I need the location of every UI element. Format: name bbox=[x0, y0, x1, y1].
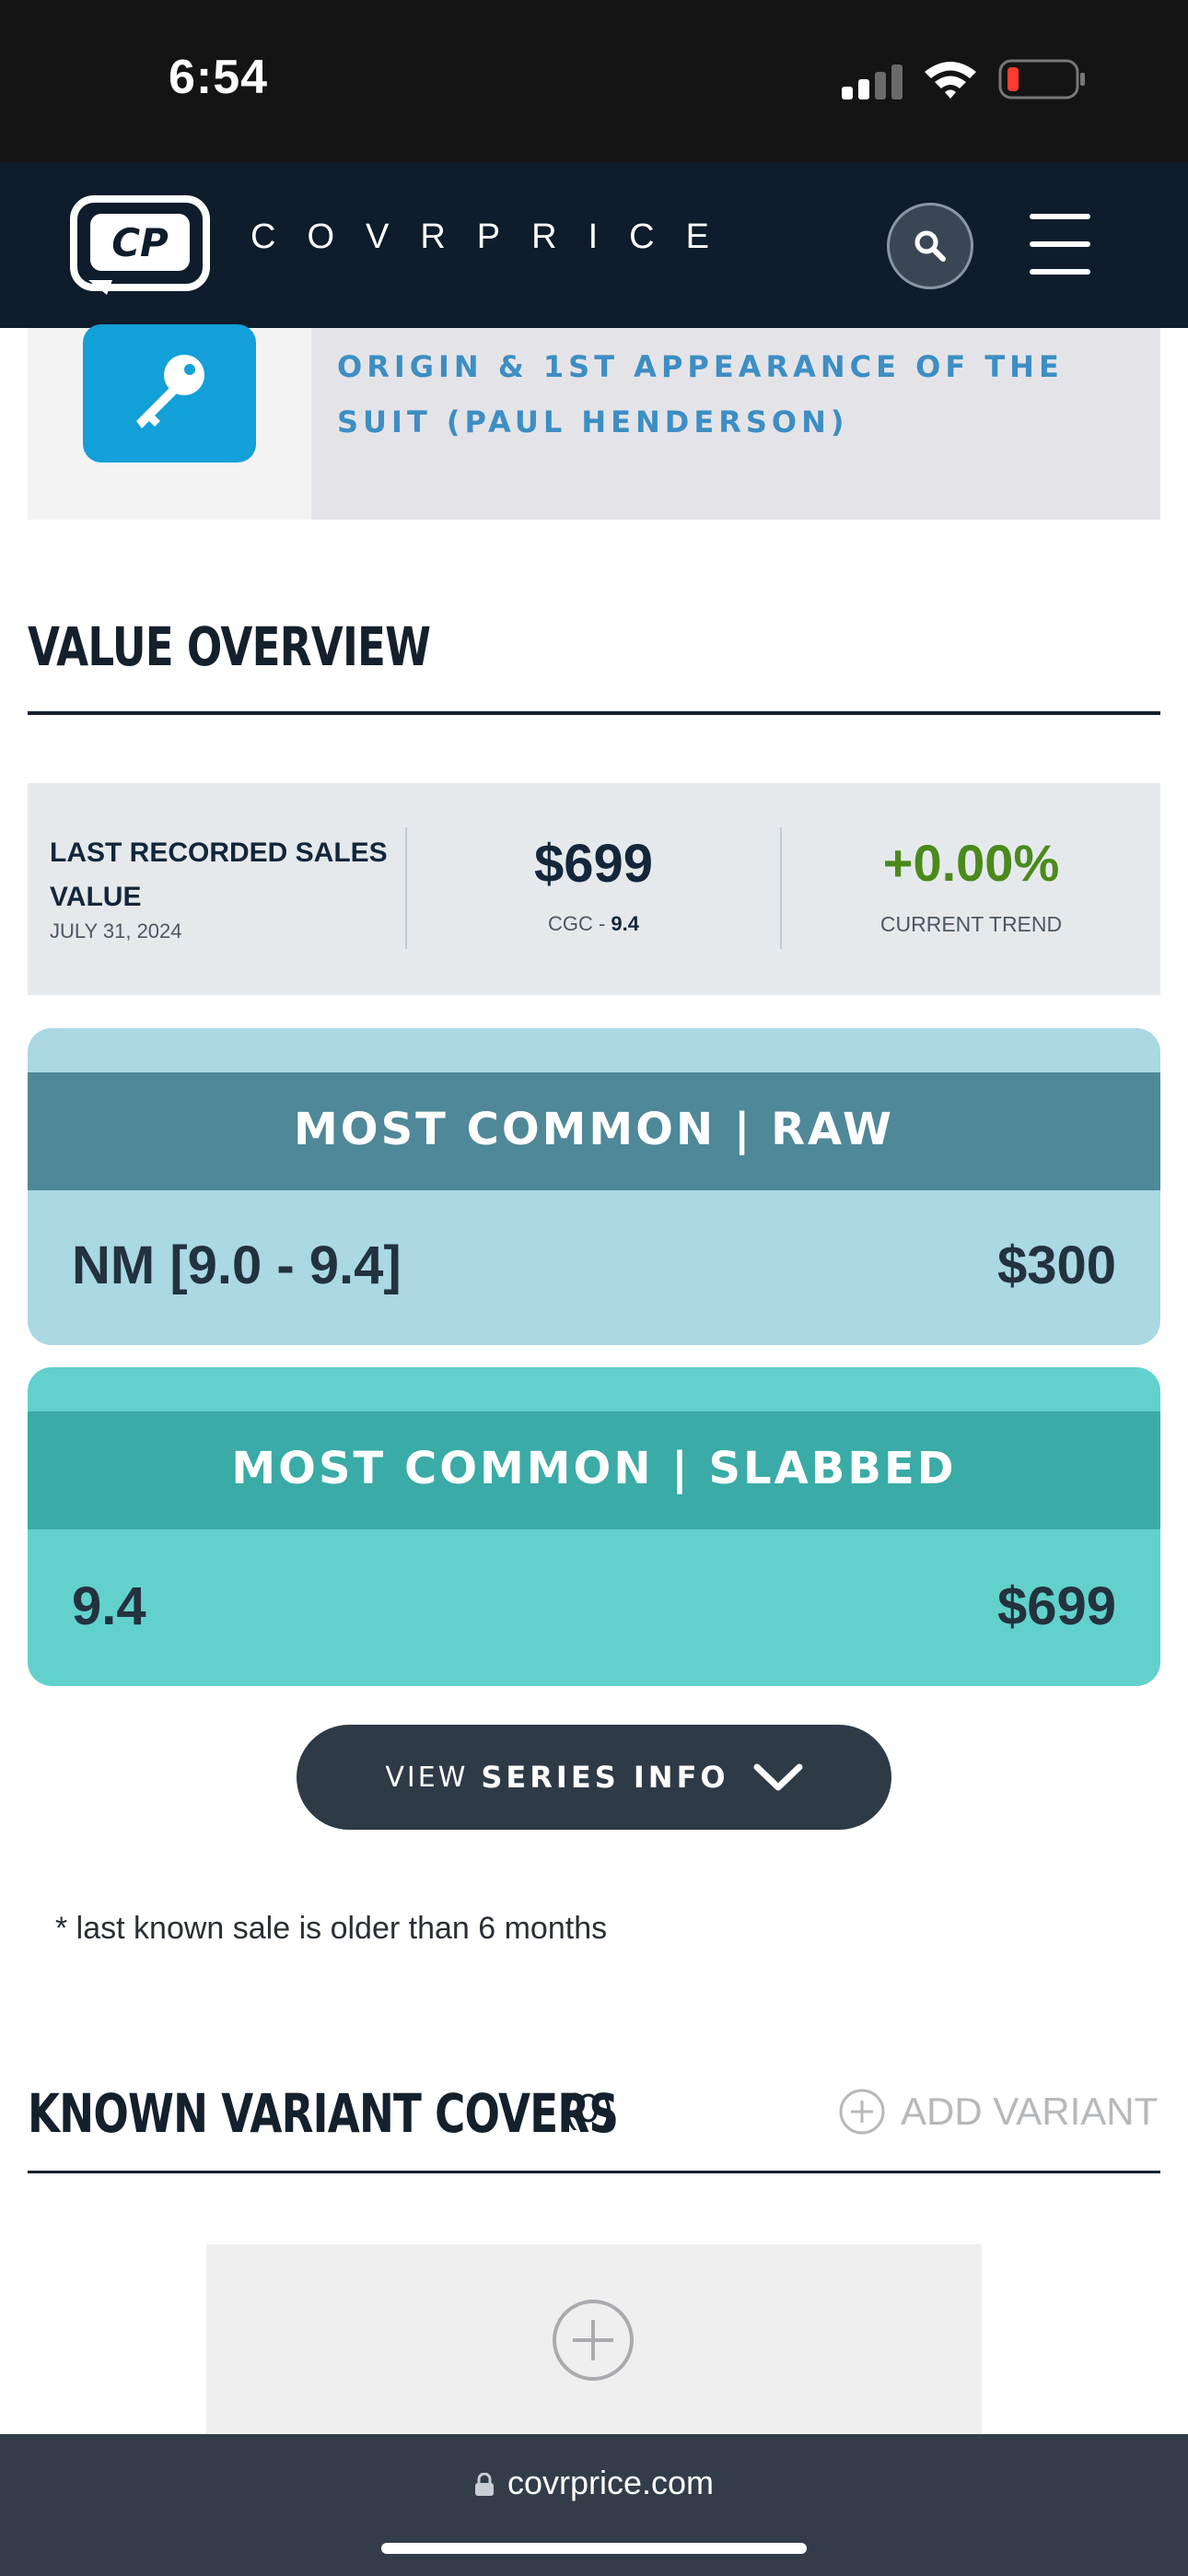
chevron-down-icon bbox=[753, 1763, 803, 1791]
lock-icon bbox=[474, 2473, 494, 2497]
value-overview-title: VALUE OVERVIEW bbox=[28, 615, 431, 678]
key-icon bbox=[136, 355, 204, 428]
battery-icon bbox=[998, 59, 1085, 100]
plus-circle-icon bbox=[839, 2089, 885, 2135]
logo-text[interactable]: COVRPRICE bbox=[250, 217, 740, 257]
series-button-label: SERIES INFO bbox=[481, 1760, 729, 1795]
trend-value: +0.00% bbox=[882, 834, 1060, 892]
known-variant-covers-title: KNOWN VARIANT COVERS bbox=[28, 2082, 619, 2145]
most-common-raw-grade: NM [9.0 - 9.4] bbox=[72, 1235, 402, 1295]
wifi-icon bbox=[925, 62, 976, 99]
grade-prefix: CGC - bbox=[547, 912, 611, 935]
sale-age-footnote: * last known sale is older than 6 months bbox=[55, 1911, 608, 1946]
logo-mark-icon[interactable]: CP bbox=[70, 195, 210, 297]
plus-circle-icon[interactable] bbox=[551, 2298, 635, 2383]
series-button-view: VIEW bbox=[385, 1761, 469, 1794]
hamburger-menu-icon[interactable] bbox=[1028, 212, 1092, 278]
last-sale-label: LAST RECORDED SALES VALUE bbox=[50, 837, 388, 912]
add-variant-label: ADD VARIANT bbox=[901, 2090, 1159, 2133]
key-issue-text: ORIGIN & 1ST APPEARANCE OF THE SUIT (PAU… bbox=[337, 349, 1064, 439]
url-text: covrprice.com bbox=[507, 2464, 715, 2501]
trend-label: CURRENT TREND bbox=[879, 912, 1063, 936]
last-sale-grade: CGC - 9.4 bbox=[407, 912, 780, 936]
browser-url-bar[interactable] bbox=[0, 2434, 1188, 2576]
svg-text:CP: CP bbox=[111, 220, 169, 265]
most-common-raw-price: $300 bbox=[996, 1235, 1116, 1295]
variant-count: (0) bbox=[564, 2086, 613, 2131]
most-common-raw-title: MOST COMMON | RAW bbox=[294, 1104, 894, 1155]
url-display[interactable]: covrprice.com bbox=[0, 2464, 1188, 2502]
section-divider bbox=[28, 2171, 1160, 2173]
view-series-info-button[interactable]: VIEW SERIES INFO bbox=[297, 1725, 891, 1830]
grade-value: 9.4 bbox=[611, 912, 640, 935]
section-divider bbox=[28, 711, 1160, 715]
key-icon-tile bbox=[83, 324, 256, 463]
add-variant-button[interactable]: ADD VARIANT bbox=[838, 2088, 1158, 2136]
home-indicator[interactable] bbox=[381, 2543, 807, 2554]
cellular-signal-icon bbox=[842, 64, 903, 100]
most-common-slabbed-title: MOST COMMON | SLABBED bbox=[231, 1443, 957, 1494]
search-icon bbox=[914, 230, 946, 262]
status-time: 6:54 bbox=[169, 51, 269, 104]
last-sale-date: JULY 31, 2024 bbox=[50, 919, 182, 943]
most-common-slabbed-price: $699 bbox=[996, 1576, 1116, 1636]
most-common-slabbed-grade: 9.4 bbox=[72, 1576, 146, 1636]
search-button[interactable] bbox=[887, 203, 973, 289]
last-sale-value: $699 bbox=[533, 834, 654, 894]
